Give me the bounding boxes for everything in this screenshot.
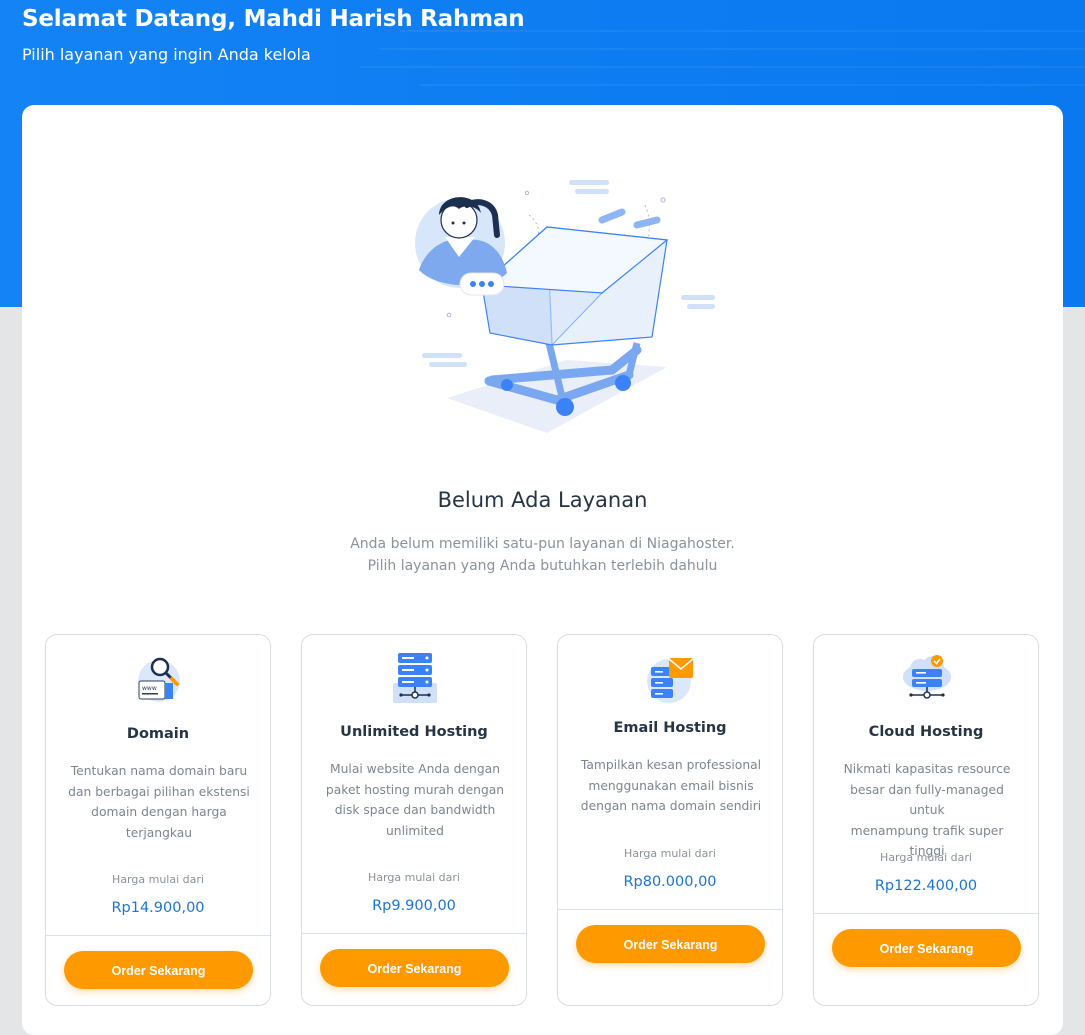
order-cloud-hosting-button[interactable]: Order Sekarang: [832, 929, 1021, 967]
empty-state-description: Anda belum memiliki satu-pun layanan di …: [22, 533, 1063, 577]
price-value: Rp9.900,00: [372, 898, 456, 914]
service-title: Email Hosting: [613, 720, 727, 736]
price-label: Harga mulai dari: [880, 851, 972, 864]
cloud-server-icon: [903, 655, 951, 699]
welcome-title: Selamat Datang, Mahdi Harish Rahman: [22, 6, 525, 32]
desc-line: Nikmati kapasitas resource: [843, 762, 1011, 776]
empty-state-line-1: Anda belum memiliki satu-pun layanan di …: [350, 536, 735, 552]
desc-line: dan berbagai pilihan ekstensi: [68, 784, 250, 799]
price-value: Rp80.000,00: [623, 874, 717, 890]
desc-line: besar dan fully-managed untuk: [850, 782, 1004, 818]
desc-line: unlimited: [385, 823, 444, 838]
service-title: Domain: [126, 726, 190, 742]
service-description: Tampilkan kesan professional menggunakan…: [576, 755, 766, 817]
desc-line: Tentukan nama domain baru: [70, 764, 248, 778]
service-card-cloud-hosting: Cloud Hosting Nikmati kapasitas resource…: [813, 634, 1039, 1006]
price-label: Harga mulai dari: [624, 847, 716, 860]
order-unlimited-hosting-button[interactable]: Order Sekarang: [320, 949, 509, 987]
order-domain-button[interactable]: Order Sekarang: [64, 951, 253, 989]
desc-line: paket hosting murah dengan: [325, 782, 505, 797]
domain-search-icon: www: [138, 657, 180, 702]
price-label: Harga mulai dari: [112, 873, 204, 886]
price-value: Rp14.900,00: [111, 900, 205, 916]
card-divider: [558, 909, 782, 910]
desc-line: dengan nama domain sendiri: [580, 799, 762, 813]
card-divider: [814, 913, 1038, 914]
service-card-domain: www Domain Tentukan nama domain baru dan…: [45, 634, 271, 1006]
desc-line: domain dengan harga: [91, 805, 227, 819]
desc-line: disk space dan bandwidth: [334, 803, 496, 817]
empty-state-line-2: Pilih layanan yang Anda butuhkan terlebi…: [367, 558, 718, 574]
desc-line: terjangkau: [125, 825, 193, 840]
desc-line: Mulai website Anda dengan: [330, 762, 500, 776]
service-description: Mulai website Anda dengan paket hosting …: [320, 759, 510, 841]
empty-cart-illustration: [415, 180, 715, 433]
services-panel: Belum Ada Layanan Anda belum memiliki sa…: [22, 105, 1063, 1035]
price-value: Rp122.400,00: [874, 878, 978, 894]
service-card-unlimited-hosting: Unlimited Hosting Mulai website Anda den…: [301, 634, 527, 1006]
order-email-hosting-button[interactable]: Order Sekarang: [576, 925, 765, 963]
email-server-icon: [647, 658, 694, 703]
svg-text:www: www: [142, 685, 157, 692]
server-icon: [393, 653, 437, 703]
welcome-subtitle: Pilih layanan yang ingin Anda kelola: [22, 45, 311, 64]
service-title: Unlimited Hosting: [340, 724, 488, 740]
desc-line: menggunakan email bisnis: [588, 778, 754, 793]
card-divider: [46, 935, 270, 936]
service-card-email-hosting: Email Hosting Tampilkan kesan profession…: [557, 634, 783, 1006]
empty-state-title: Belum Ada Layanan: [437, 488, 648, 512]
service-description: Tentukan nama domain baru dan berbagai p…: [64, 761, 254, 843]
desc-line: Tampilkan kesan professional: [580, 758, 762, 772]
card-divider: [302, 933, 526, 934]
service-description: Nikmati kapasitas resource besar dan ful…: [832, 759, 1022, 862]
service-title: Cloud Hosting: [868, 724, 984, 740]
price-label: Harga mulai dari: [368, 871, 460, 884]
